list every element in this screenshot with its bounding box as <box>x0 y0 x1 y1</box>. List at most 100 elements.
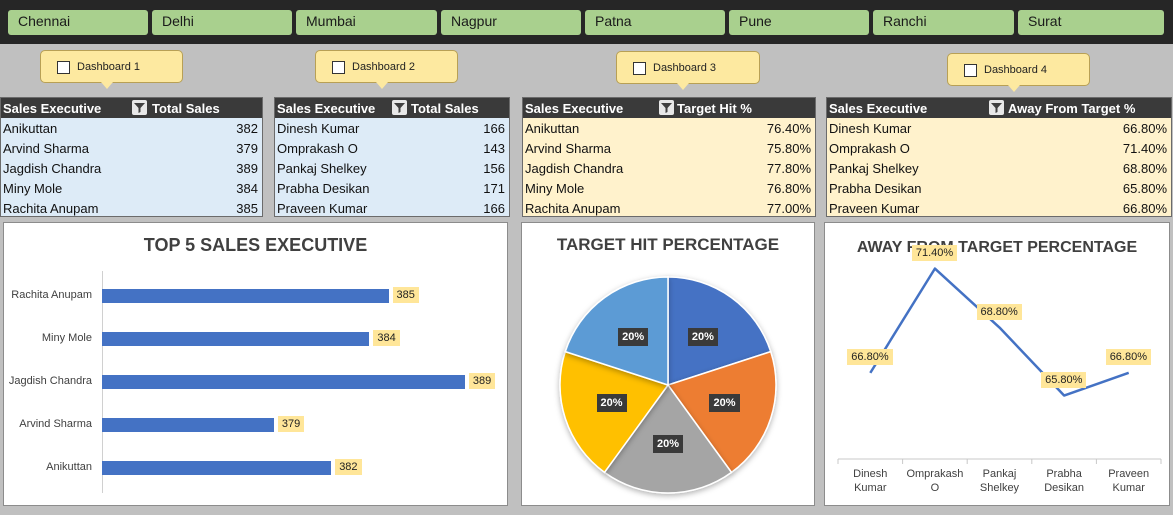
slicer-city-chennai[interactable]: Chennai <box>8 10 148 35</box>
category-label-line: Prabha <box>1046 468 1082 480</box>
filter-icon[interactable] <box>989 100 1004 115</box>
table-row: Omprakash O 143 <box>275 138 509 158</box>
line-category-label: Pankaj Shelkey <box>966 467 1034 495</box>
table-header: Sales Executive Total Sales <box>1 98 262 118</box>
row-value: 166 <box>483 121 505 136</box>
row-name: Jagdish Chandra <box>525 161 624 176</box>
slicer-city-patna[interactable]: Patna <box>585 10 725 35</box>
pie-slice-label: 20% <box>596 394 627 413</box>
bar-category-label: Jagdish Chandra <box>8 375 92 387</box>
dashboard-4-checkbox[interactable] <box>964 64 977 77</box>
line-value-label: 71.40% <box>911 244 958 261</box>
dashboard-1-checkbox[interactable] <box>57 61 70 74</box>
table-header: Sales Executive Target Hit % <box>523 98 815 118</box>
line-value-label: 65.80% <box>1041 371 1087 388</box>
pivot-table-total-sales-2: Sales Executive Total Sales Dinesh Kumar… <box>274 97 510 217</box>
row-value: 143 <box>483 141 505 156</box>
category-label-line: Desikan <box>1044 482 1084 494</box>
table-row: Anikuttan 76.40% <box>523 118 815 138</box>
dashboard-3-checkbox[interactable] <box>633 62 646 75</box>
slicer-city-ranchi[interactable]: Ranchi <box>873 10 1014 35</box>
dashboard-3-label: Dashboard 3 <box>653 62 716 74</box>
col-header-total-sales: Total Sales <box>152 101 220 116</box>
slicer-city-mumbai[interactable]: Mumbai <box>296 10 437 35</box>
pie-slice-label: 20% <box>653 435 684 454</box>
row-name: Omprakash O <box>277 141 358 156</box>
chart-title: TOP 5 SALES EXECUTIVE <box>143 235 368 255</box>
slicer-city-surat[interactable]: Surat <box>1018 10 1164 35</box>
dashboard-4-label: Dashboard 4 <box>984 64 1047 76</box>
dashboard-2-callout[interactable]: Dashboard 2 <box>315 50 458 89</box>
table-header: Sales Executive Away From Target % <box>827 98 1171 118</box>
category-label-line: Omprakash <box>906 468 964 480</box>
row-name: Dinesh Kumar <box>829 121 912 136</box>
row-value: 382 <box>236 121 258 136</box>
slicer-city-pune[interactable]: Pune <box>729 10 869 35</box>
col-header-away-from-target: Away From Target % <box>1008 101 1136 116</box>
bar <box>102 332 370 346</box>
pie-plot-area <box>559 276 777 494</box>
col-header-sales-executive: Sales Executive <box>525 101 624 116</box>
slicer-city-delhi[interactable]: Delhi <box>152 10 292 35</box>
table-row: Rachita Anupam 385 <box>1 198 262 218</box>
row-value: 389 <box>236 161 258 176</box>
bar-value-label: 379 <box>277 416 305 432</box>
col-header-sales-executive: Sales Executive <box>829 101 928 116</box>
dashboard-1-callout[interactable]: Dashboard 1 <box>40 50 183 89</box>
row-value: 71.40% <box>1122 141 1167 156</box>
table-row: Omprakash O 71.40% <box>827 138 1171 158</box>
away-from-target-percentage-chart: AWAY FROM TARGET PERCENTAGE 66.80% Dinesh… <box>824 222 1170 506</box>
filter-icon[interactable] <box>659 100 674 115</box>
row-value: 77.80% <box>766 161 811 176</box>
table-row: Pankaj Shelkey 68.80% <box>827 158 1171 178</box>
table-row: Dinesh Kumar 166 <box>275 118 509 138</box>
table-row: Jagdish Chandra 389 <box>1 158 262 178</box>
line-category-label: Omprakash O <box>901 467 969 495</box>
row-name: Pankaj Shelkey <box>277 161 367 176</box>
callout-pointer <box>677 83 689 90</box>
target-hit-percentage-chart: TARGET HIT PERCENTAGE 20% 20% 20% 20% 20% <box>521 222 815 506</box>
dashboard-2-checkbox[interactable] <box>332 61 345 74</box>
dashboard-4-callout[interactable]: Dashboard 4 <box>947 53 1090 92</box>
row-value: 379 <box>236 141 258 156</box>
bar-value-label: 385 <box>392 287 419 303</box>
slicer-city-nagpur[interactable]: Nagpur <box>441 10 581 35</box>
category-label-line: Shelkey <box>979 482 1020 494</box>
dashboard-1-label: Dashboard 1 <box>77 61 140 73</box>
row-value: 66.80% <box>1122 121 1167 136</box>
row-name: Miny Mole <box>525 181 585 196</box>
row-name: Pankaj Shelkey <box>829 161 919 176</box>
pie-slice-label: 20% <box>709 394 740 413</box>
filter-icon[interactable] <box>132 100 147 115</box>
category-label-line: Kumar <box>1112 482 1145 494</box>
bar <box>102 461 332 475</box>
row-name: Prabha Desikan <box>277 181 370 196</box>
col-header-sales-executive: Sales Executive <box>3 101 102 116</box>
row-name: Rachita Anupam <box>525 201 621 216</box>
bar-value-label: 382 <box>335 459 362 475</box>
bar-category-label: Arvind Sharma <box>19 418 92 430</box>
row-name: Prabha Desikan <box>829 181 922 196</box>
row-value: 77.00% <box>766 201 811 216</box>
row-name: Omprakash O <box>829 141 910 156</box>
filter-icon[interactable] <box>392 100 407 115</box>
dashboard-2-label: Dashboard 2 <box>352 61 415 73</box>
row-value: 156 <box>483 161 505 176</box>
dashboard-3-callout[interactable]: Dashboard 3 <box>616 51 760 90</box>
row-name: Anikuttan <box>3 121 58 136</box>
table-row: Arvind Sharma 379 <box>1 138 262 158</box>
bar-value-label: 384 <box>373 330 400 346</box>
category-label-line: Pankaj <box>982 468 1017 480</box>
table-row: Dinesh Kumar 66.80% <box>827 118 1171 138</box>
bar <box>102 289 389 303</box>
category-label-line: Dinesh <box>853 468 888 480</box>
row-name: Arvind Sharma <box>3 141 89 156</box>
bar-category-label: Rachita Anupam <box>11 289 92 301</box>
bar-category-label: Miny Mole <box>41 332 92 344</box>
pie-slice-label: 20% <box>618 327 649 346</box>
col-header-sales-executive: Sales Executive <box>277 101 376 116</box>
row-name: Rachita Anupam <box>3 201 99 216</box>
table-row: Miny Mole 76.80% <box>523 178 815 198</box>
category-label-line: Praveen <box>1108 468 1150 480</box>
bar <box>102 375 465 389</box>
